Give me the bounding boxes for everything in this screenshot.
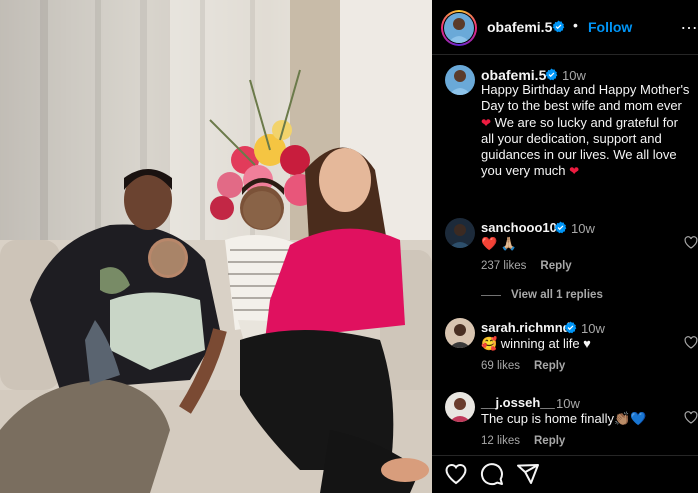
verified-badge-icon bbox=[552, 20, 565, 33]
comment-like-heart-icon[interactable] bbox=[684, 411, 698, 424]
reply-button[interactable]: Reply bbox=[534, 360, 565, 372]
comment-meta: 12 likes Reply bbox=[481, 435, 579, 447]
comment-like-heart-icon[interactable] bbox=[684, 236, 698, 249]
caption-text-part1: Happy Birthday and Happy Mother's Day to… bbox=[481, 82, 690, 114]
family-photo-illustration bbox=[0, 0, 432, 493]
blurred-face bbox=[243, 191, 281, 229]
author-avatar[interactable] bbox=[444, 13, 474, 43]
comment-likes[interactable]: 237 likes bbox=[481, 260, 526, 272]
post-photo[interactable] bbox=[0, 0, 432, 493]
verified-badge-icon bbox=[545, 68, 558, 81]
commenter-avatar[interactable] bbox=[445, 218, 475, 248]
commenter-avatar[interactable] bbox=[445, 392, 475, 422]
reply-button[interactable]: Reply bbox=[540, 260, 571, 272]
caption-timestamp[interactable]: 10w bbox=[562, 68, 586, 83]
like-heart-icon[interactable] bbox=[444, 462, 468, 486]
comment-username[interactable]: __j.osseh__ bbox=[481, 395, 555, 410]
caption-text-part2: We are so lucky and grateful for all you… bbox=[481, 114, 678, 179]
share-icon[interactable] bbox=[516, 462, 540, 486]
verified-badge-icon bbox=[554, 221, 567, 234]
verified-badge-icon bbox=[564, 321, 577, 334]
comment-timestamp[interactable]: 10w bbox=[571, 221, 595, 236]
author-username[interactable]: obafemi.5 bbox=[487, 19, 552, 35]
comment-likes[interactable]: 69 likes bbox=[481, 360, 520, 372]
commenter-avatar[interactable] bbox=[445, 318, 475, 348]
comment-meta: 69 likes Reply bbox=[481, 360, 579, 372]
comment-username[interactable]: sanchooo10 bbox=[481, 220, 557, 235]
view-replies-button[interactable]: View all 1 replies bbox=[511, 289, 603, 301]
comment-timestamp[interactable]: 10w bbox=[581, 321, 605, 336]
red-heart-emoji-icon: ❤ bbox=[481, 115, 492, 130]
caption-author-username[interactable]: obafemi.5 bbox=[481, 67, 546, 83]
blurred-face bbox=[151, 241, 185, 275]
comment-timestamp[interactable]: 10w bbox=[556, 396, 580, 411]
caption-author-avatar[interactable] bbox=[445, 65, 475, 95]
more-options-icon[interactable]: … bbox=[680, 13, 698, 34]
separator-dot: • bbox=[573, 17, 578, 33]
post-side-panel: obafemi.5 • Follow … obafemi.5 10w Happy… bbox=[432, 0, 698, 493]
follow-button[interactable]: Follow bbox=[588, 19, 632, 35]
comment-text: ❤️ 🙏🏼 bbox=[481, 236, 517, 251]
comment-meta: 237 likes Reply bbox=[481, 260, 586, 272]
caption-text: Happy Birthday and Happy Mother's Day to… bbox=[481, 82, 691, 180]
comment-username[interactable]: sarah.richmnd bbox=[481, 320, 571, 335]
view-replies-line bbox=[481, 295, 501, 296]
red-heart-emoji-icon: ❤ bbox=[569, 164, 580, 179]
comment-text: 🥰 winning at life ♥ bbox=[481, 336, 591, 351]
comment-likes[interactable]: 12 likes bbox=[481, 435, 520, 447]
comment-like-heart-icon[interactable] bbox=[684, 336, 698, 349]
comment-text: The cup is home finally👏🏽💙 bbox=[481, 411, 647, 426]
comment-icon[interactable] bbox=[480, 462, 504, 486]
post-header: obafemi.5 • Follow … bbox=[432, 0, 698, 55]
reply-button[interactable]: Reply bbox=[534, 435, 565, 447]
post-action-bar bbox=[432, 455, 698, 493]
